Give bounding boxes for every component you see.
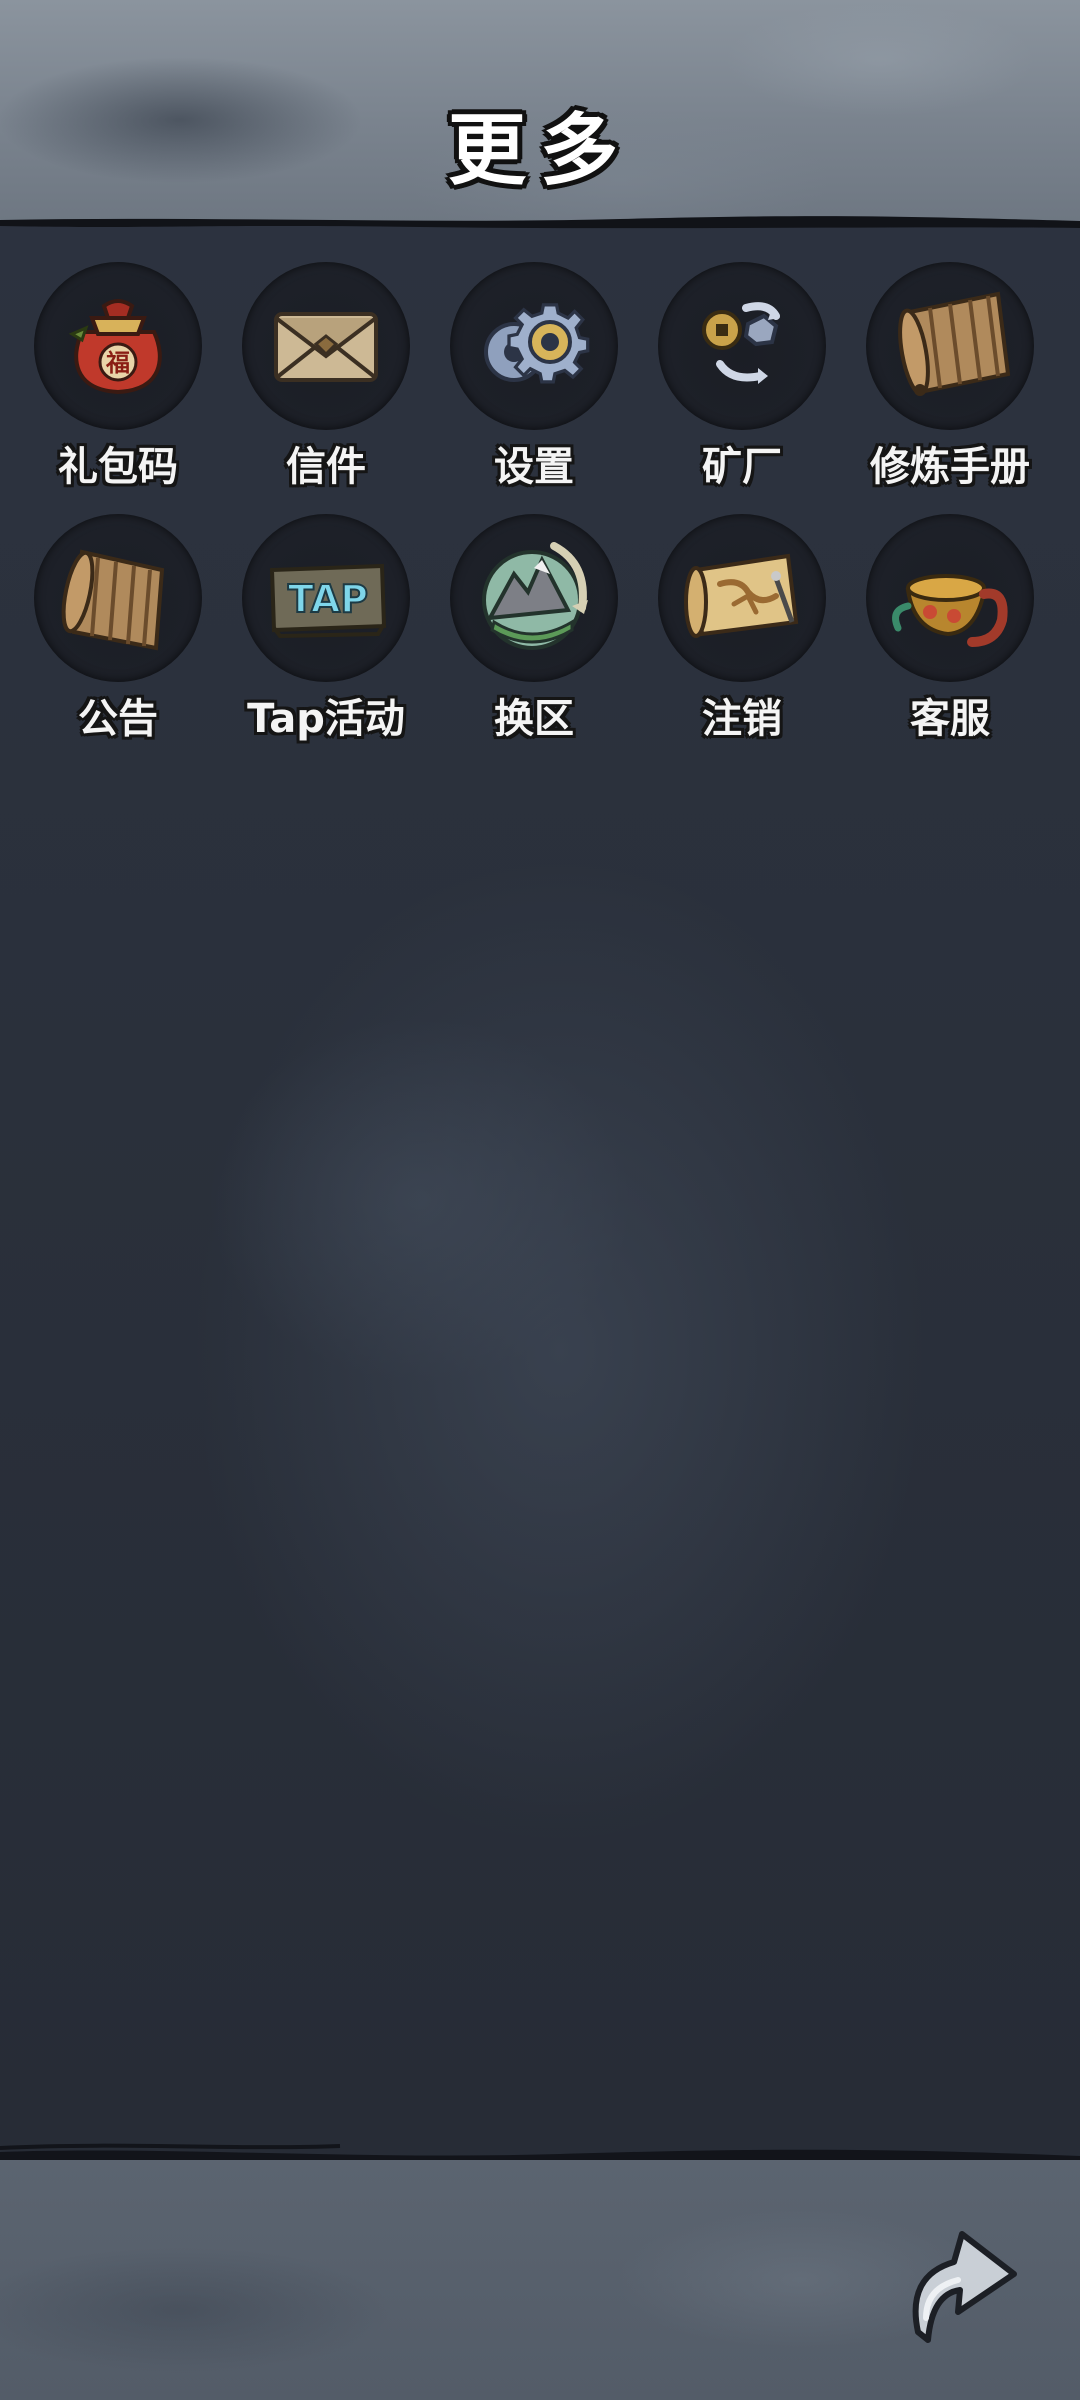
page-title: 更多	[447, 105, 632, 196]
scroll-icon	[61, 549, 165, 651]
gift-bag-icon: 福	[68, 299, 162, 395]
menu-item-label: 矿厂	[702, 444, 782, 490]
gear-icon	[484, 303, 590, 384]
menu-item-label: 设置	[494, 444, 574, 490]
svg-text:福: 福	[105, 348, 130, 377]
more-screen: 更多 福 礼包码 信件 设置 矿厂 修炼手册 公告 TAP Tap活动 换区 注…	[0, 0, 1080, 2400]
menu-item-support[interactable]: 客服	[850, 514, 1050, 744]
header-brush-divider	[0, 216, 1080, 229]
map-scroll-icon	[684, 553, 799, 638]
tap-sign-icon: TAP	[269, 563, 387, 639]
envelope-icon	[274, 312, 378, 382]
scroll-icon	[898, 291, 1011, 396]
return-arrow-icon[interactable]	[896, 2214, 1026, 2354]
tap-sign-text: TAP	[288, 577, 368, 621]
menu-item-mail[interactable]: 信件	[226, 262, 426, 492]
mountain-globe-icon	[482, 542, 588, 650]
menu-item-switch-server[interactable]: 换区	[434, 514, 634, 744]
menu-item-label: 客服	[910, 696, 990, 742]
menu-item-logout[interactable]: 注销	[642, 514, 842, 744]
menu-item-handbook[interactable]: 修炼手册	[850, 262, 1050, 492]
menu-item-label: 信件	[286, 444, 366, 490]
menu-item-gift-code[interactable]: 福 礼包码	[18, 262, 218, 492]
menu-item-settings[interactable]: 设置	[434, 262, 634, 492]
menu-item-mine[interactable]: 矿厂	[642, 262, 842, 492]
menu-item-notice[interactable]: 公告	[18, 514, 218, 744]
menu-item-label: 公告	[78, 696, 158, 742]
teapot-icon	[892, 574, 1008, 647]
menu-item-tap-event[interactable]: TAP Tap活动	[226, 514, 426, 744]
menu-item-label: 礼包码	[58, 444, 178, 490]
menu-item-label: 注销	[702, 696, 782, 742]
ore-exchange-icon	[702, 302, 780, 384]
menu-item-label: 修炼手册	[870, 444, 1030, 490]
menu-item-label: Tap活动	[247, 696, 405, 742]
menu-item-label: 换区	[494, 696, 574, 742]
